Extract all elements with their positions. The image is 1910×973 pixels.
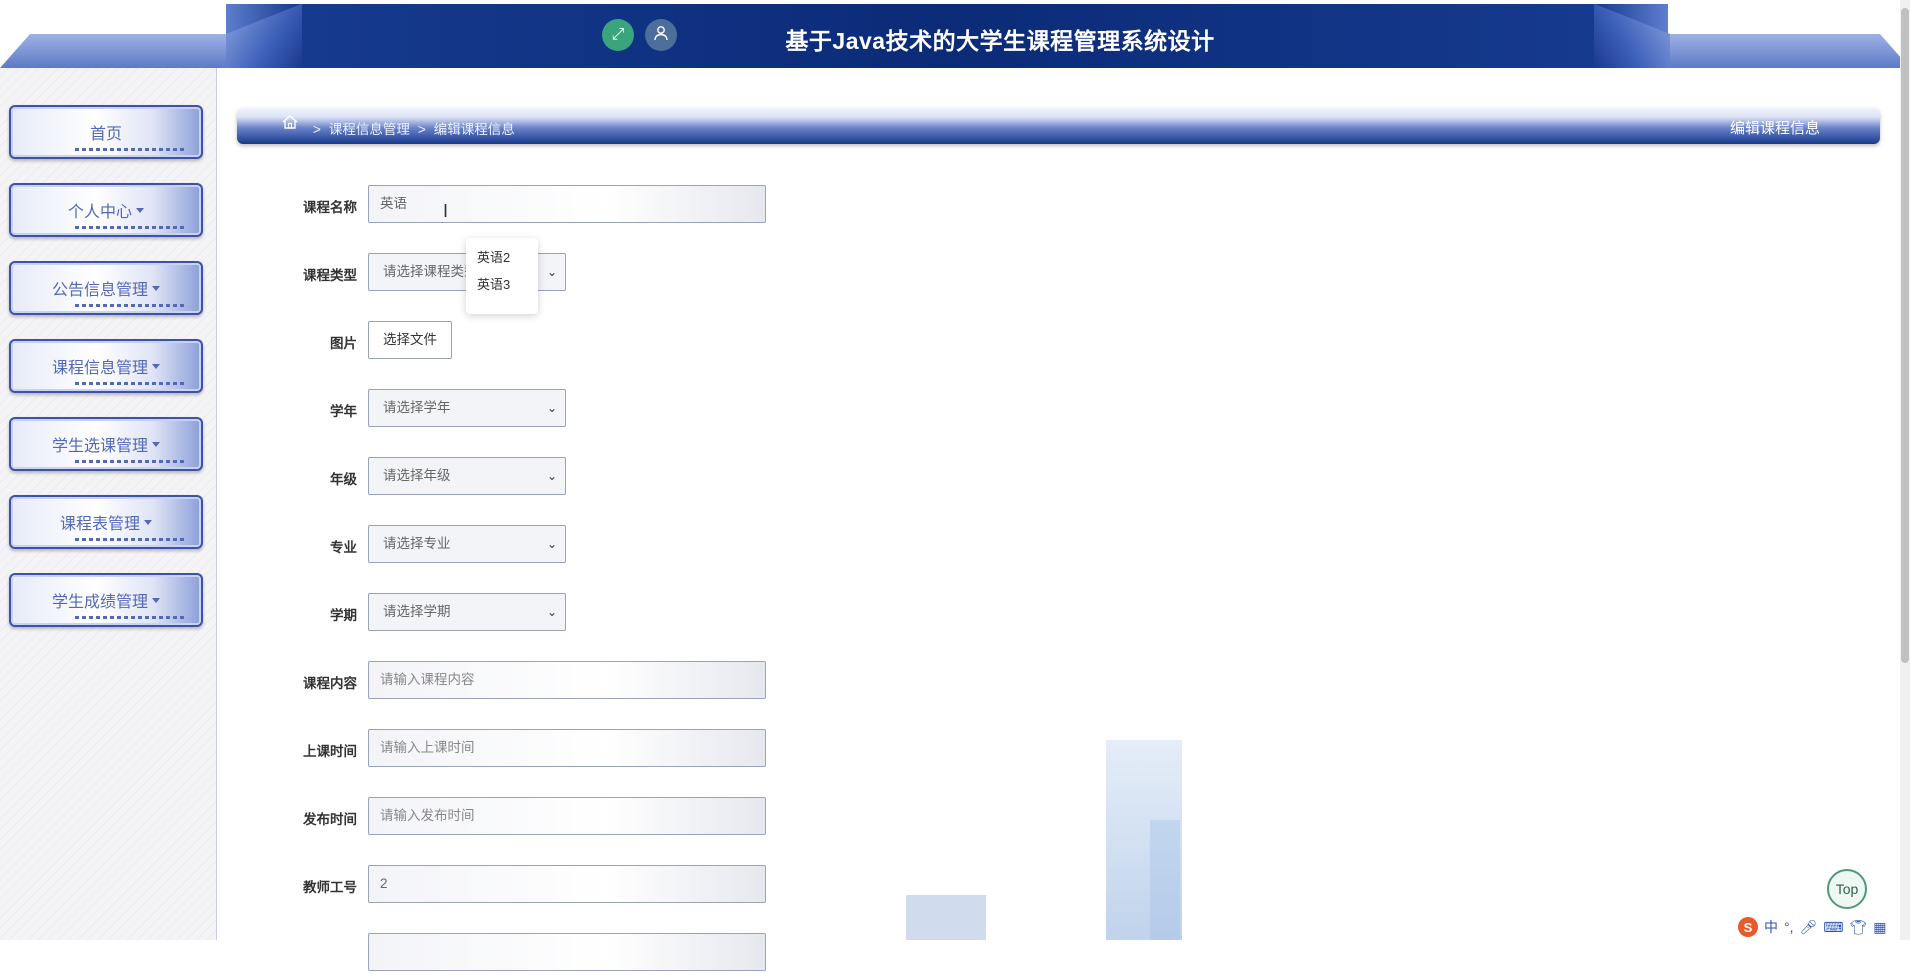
sidebar-item-announcements[interactable]: 公告信息管理: [9, 261, 203, 315]
caret-down-icon: [152, 285, 160, 291]
breadcrumb-separator: >: [313, 122, 321, 137]
nav-decoration: [75, 148, 185, 151]
semester-select[interactable]: 请选择学期 ⌄: [368, 593, 566, 631]
course-type-label: 课程类型: [303, 268, 357, 283]
skin-icon[interactable]: 👕︎: [1850, 919, 1868, 936]
school-year-placeholder: 请选择学年: [383, 400, 451, 415]
publish-time-input[interactable]: 请输入发布时间: [368, 797, 766, 835]
course-name-label: 课程名称: [303, 200, 357, 215]
sidebar-item-personal-center[interactable]: 个人中心: [9, 183, 203, 237]
sidebar-item-label: 学生选课管理: [51, 438, 148, 455]
ime-logo-icon: S: [1738, 917, 1758, 937]
nav-decoration: [75, 616, 185, 619]
chevron-down-icon: ⌄: [546, 265, 557, 279]
sidebar-item-grades[interactable]: 学生成绩管理: [9, 573, 203, 627]
user-button[interactable]: [645, 19, 677, 51]
autocomplete-option[interactable]: 英语3: [466, 265, 538, 292]
breadcrumb-current: 编辑课程信息: [433, 122, 515, 137]
nav-decoration: [75, 382, 185, 385]
background-building: [906, 895, 986, 940]
back-to-top-button[interactable]: Top: [1827, 869, 1867, 909]
caret-down-icon: [152, 363, 160, 369]
chevron-down-icon: ⌄: [546, 605, 557, 619]
home-icon[interactable]: [281, 114, 299, 135]
microphone-icon[interactable]: 🎤︎: [1800, 919, 1818, 936]
major-select[interactable]: 请选择专业 ⌄: [368, 525, 566, 563]
background-building: [1150, 820, 1180, 940]
caret-down-icon: [144, 519, 152, 525]
school-year-select[interactable]: 请选择学年 ⌄: [368, 389, 566, 427]
publish-time-label: 发布时间: [303, 812, 357, 827]
grid-menu-icon[interactable]: ▦: [1873, 919, 1886, 936]
nav-decoration: [75, 460, 185, 463]
course-type-placeholder: 请选择课程类型: [383, 264, 478, 279]
semester-placeholder: 请选择学期: [383, 604, 451, 619]
autocomplete-option[interactable]: 英语2: [466, 238, 538, 265]
sidebar-item-courses[interactable]: 课程信息管理: [9, 339, 203, 393]
grade-label: 年级: [330, 472, 357, 487]
sidebar-item-timetable[interactable]: 课程表管理: [9, 495, 203, 549]
teacher-id-input[interactable]: 2: [368, 865, 766, 903]
chevron-down-icon: ⌄: [546, 401, 557, 415]
caret-down-icon: [152, 597, 160, 603]
breadcrumb-link-course-info[interactable]: 课程信息管理: [329, 122, 410, 137]
grade-select[interactable]: 请选择年级 ⌄: [368, 457, 566, 495]
keyboard-icon[interactable]: ⌨︎: [1823, 919, 1843, 936]
expand-icon: ⤢: [611, 26, 625, 43]
class-time-label: 上课时间: [303, 744, 357, 759]
breadcrumb-path: > 课程信息管理 > 编辑课程信息: [309, 118, 519, 138]
school-year-label: 学年: [330, 404, 357, 419]
sidebar-item-label: 公告信息管理: [51, 282, 148, 299]
content-label: 课程内容: [303, 676, 357, 691]
sidebar-item-home[interactable]: 首页: [9, 105, 203, 159]
choose-file-button[interactable]: 选择文件: [368, 321, 452, 359]
nav-decoration: [75, 226, 185, 229]
sidebar-item-label: 课程表管理: [59, 516, 140, 533]
top-header: ⤢ 基于Java技术的大学生课程管理系统设计: [0, 0, 1910, 68]
image-label: 图片: [330, 336, 357, 351]
sidebar-item-label: 个人中心: [67, 204, 132, 221]
sidebar-item-label: 首页: [89, 126, 122, 143]
teacher-id-label: 教师工号: [303, 880, 357, 895]
sidebar-item-label: 课程信息管理: [51, 360, 148, 377]
semester-label: 学期: [330, 608, 357, 623]
fullscreen-button[interactable]: ⤢: [602, 19, 634, 51]
caret-down-icon: [136, 207, 144, 213]
scrollbar-thumb[interactable]: [1901, 8, 1909, 663]
sidebar-item-course-selection[interactable]: 学生选课管理: [9, 417, 203, 471]
punctuation-icon[interactable]: °,: [1784, 919, 1794, 935]
breadcrumb: > 课程信息管理 > 编辑课程信息 编辑课程信息: [237, 108, 1880, 144]
chevron-down-icon: ⌄: [546, 469, 557, 483]
next-field-input[interactable]: [368, 933, 766, 971]
grade-placeholder: 请选择年级: [383, 468, 451, 483]
sidebar: 首页 个人中心 公告信息管理 课程信息管理 学生选课管理 课程表管理 学生成绩管…: [0, 68, 217, 940]
class-time-input[interactable]: 请输入上课时间: [368, 729, 766, 767]
nav-decoration: [75, 304, 185, 307]
major-label: 专业: [330, 540, 357, 555]
user-icon: [653, 25, 669, 46]
text-cursor-icon: I: [443, 201, 449, 221]
ime-mode-label[interactable]: 中: [1764, 917, 1778, 937]
breadcrumb-separator: >: [417, 122, 426, 137]
sidebar-item-label: 学生成绩管理: [51, 594, 148, 611]
autocomplete-dropdown: 英语2 英语3: [466, 238, 538, 314]
major-placeholder: 请选择专业: [383, 536, 451, 551]
app-title: 基于Java技术的大学生课程管理系统设计: [785, 28, 1215, 54]
content-input[interactable]: 请输入课程内容: [368, 661, 766, 699]
course-name-input[interactable]: 英语: [368, 185, 766, 223]
ime-toolbar[interactable]: S 中 °, 🎤︎ ⌨︎ 👕︎ ▦: [1734, 916, 1891, 938]
chevron-down-icon: ⌄: [546, 537, 557, 551]
page-title: 编辑课程信息: [1729, 120, 1820, 137]
caret-down-icon: [152, 441, 160, 447]
nav-decoration: [75, 538, 185, 541]
page-scrollbar[interactable]: [1900, 0, 1910, 940]
